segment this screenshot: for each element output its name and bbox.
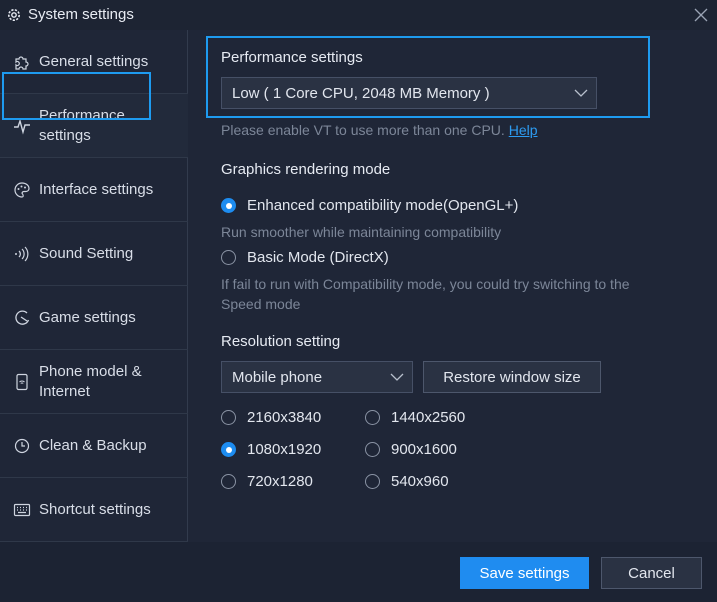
sidebar-item-sound[interactable]: Sound Setting	[0, 222, 188, 286]
radio-button[interactable]	[221, 474, 236, 489]
title-bar: System settings	[0, 0, 717, 30]
sidebar-item-phone-model[interactable]: Phone model & Internet	[0, 350, 188, 414]
sidebar-item-general[interactable]: General settings	[0, 30, 188, 94]
vt-hint: Please enable VT to use more than one CP…	[221, 120, 538, 140]
clock-icon	[14, 438, 30, 454]
resolution-heading: Resolution setting	[221, 333, 341, 350]
restore-window-button[interactable]: Restore window size	[423, 361, 601, 393]
resolution-option-label: 2160x3840	[247, 409, 322, 426]
window-title: System settings	[28, 6, 134, 23]
sidebar-item-label: Performance settings	[39, 107, 125, 144]
help-link[interactable]: Help	[509, 122, 538, 138]
performance-select-value: Low ( 1 Core CPU, 2048 MB Memory )	[232, 84, 490, 102]
cancel-button[interactable]: Cancel	[601, 557, 702, 589]
radio-button[interactable]	[365, 474, 380, 489]
resolution-option-label: 1440x2560	[391, 409, 466, 426]
radio-button[interactable]	[365, 410, 380, 425]
resolution-option[interactable]: 1440x2560	[365, 409, 465, 426]
sidebar-item-shortcut[interactable]: Shortcut settings	[0, 478, 188, 542]
sidebar-item-label: Interface settings	[39, 181, 154, 198]
graphics-heading: Graphics rendering mode	[221, 161, 391, 178]
sidebar-item-performance[interactable]: Performance settings	[0, 94, 188, 158]
sidebar-item-label: General settings	[39, 53, 149, 70]
sidebar-item-label: Sound Setting	[39, 245, 134, 262]
radio-button[interactable]	[221, 198, 236, 213]
sidebar-item-label: Phone model & Internet	[39, 363, 142, 400]
sidebar: General settings Performance settings In…	[0, 30, 188, 542]
sidebar-item-game[interactable]: Game settings	[0, 286, 188, 350]
sound-wave-icon	[15, 246, 29, 262]
sidebar-item-clean-backup[interactable]: Clean & Backup	[0, 414, 188, 478]
resolution-option[interactable]: 2160x3840	[221, 409, 321, 426]
phone-icon	[16, 373, 28, 391]
sidebar-item-label: Shortcut settings	[39, 501, 151, 518]
resolution-option-label: 1080x1920	[247, 441, 322, 458]
keyboard-icon	[13, 503, 31, 517]
gamepad-icon	[15, 310, 30, 325]
device-select-value: Mobile phone	[232, 368, 323, 386]
save-settings-button[interactable]: Save settings	[460, 557, 589, 589]
chevron-down-icon	[390, 373, 404, 381]
resolution-option-label: 540x960	[391, 473, 449, 490]
puzzle-icon	[15, 56, 29, 70]
graphics-option-desc: If fail to run with Compatibility mode, …	[221, 276, 630, 312]
sidebar-item-label: Game settings	[39, 309, 136, 326]
resolution-option[interactable]: 1080x1920	[221, 441, 321, 458]
graphics-option-label: Enhanced compatibility mode(OpenGL+)	[247, 197, 519, 214]
palette-icon	[14, 182, 30, 198]
radio-button[interactable]	[221, 410, 236, 425]
graphics-option-opengl[interactable]: Enhanced compatibility mode(OpenGL+)	[221, 197, 518, 214]
resolution-option-label: 900x1600	[391, 441, 457, 458]
performance-select[interactable]: Low ( 1 Core CPU, 2048 MB Memory )	[221, 77, 597, 109]
radio-button[interactable]	[365, 442, 380, 457]
radio-button[interactable]	[221, 442, 236, 457]
resolution-option-label: 720x1280	[247, 473, 313, 490]
close-icon[interactable]	[690, 4, 712, 26]
gear-icon	[8, 9, 20, 21]
resolution-option[interactable]: 720x1280	[221, 473, 313, 490]
graphics-option-label: Basic Mode (DirectX)	[247, 249, 389, 266]
device-select[interactable]: Mobile phone	[221, 361, 413, 393]
radio-button[interactable]	[221, 250, 236, 265]
chevron-down-icon	[574, 89, 588, 97]
sidebar-item-label: Clean & Backup	[39, 437, 147, 454]
resolution-option[interactable]: 540x960	[365, 473, 449, 490]
graphics-option-desc: Run smoother while maintaining compatibi…	[221, 224, 502, 240]
sidebar-item-interface[interactable]: Interface settings	[0, 158, 188, 222]
performance-heading: Performance settings	[221, 49, 363, 66]
graphics-option-directx[interactable]: Basic Mode (DirectX)	[221, 249, 389, 266]
vt-hint-text: Please enable VT to use more than one CP…	[221, 122, 505, 138]
pulse-icon	[14, 118, 30, 135]
resolution-option[interactable]: 900x1600	[365, 441, 457, 458]
